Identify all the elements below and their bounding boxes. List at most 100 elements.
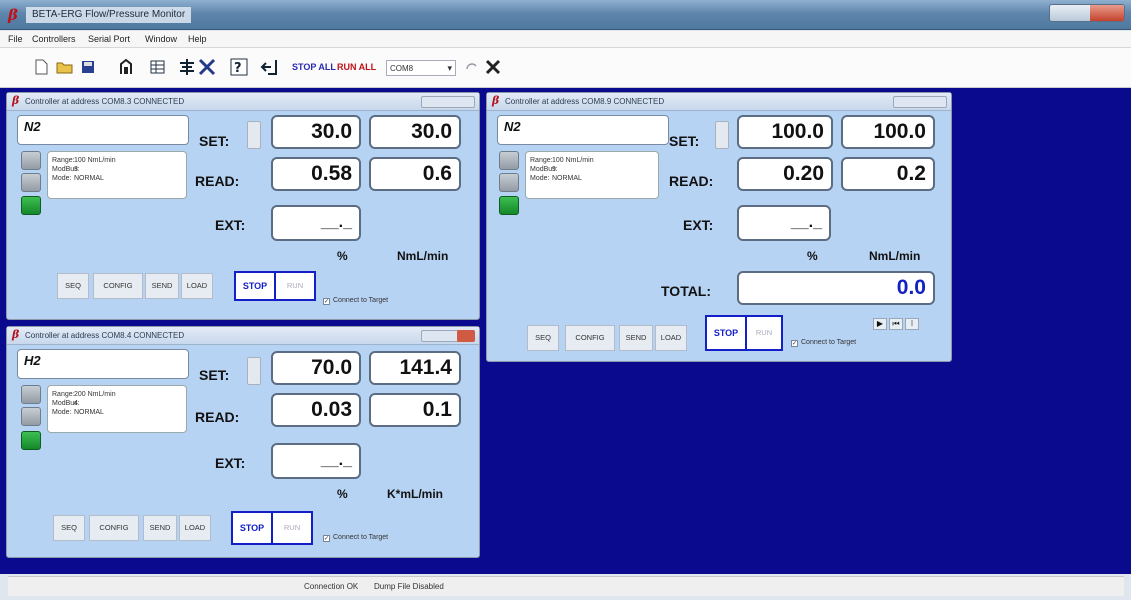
read-label: READ:	[669, 173, 714, 189]
gas-name-field[interactable]: N2	[17, 115, 189, 145]
seq-button[interactable]: SEQ	[53, 515, 85, 541]
ext-label: EXT:	[215, 217, 246, 233]
status-led-green	[21, 431, 41, 450]
refresh-icon[interactable]	[464, 60, 482, 74]
read-value-display: 0.1	[369, 393, 461, 427]
help-icon[interactable]: ?	[230, 58, 248, 76]
menu-serial-port[interactable]: Serial Port	[88, 34, 130, 45]
pause-icon[interactable]: ‖	[905, 318, 919, 330]
open-folder-icon[interactable]	[56, 60, 73, 74]
checkmark-icon: ✓	[323, 298, 330, 305]
set-value-input[interactable]: 100.0	[737, 115, 833, 149]
title-bar: β BETA-ERG Flow/Pressure Monitor	[0, 0, 1131, 30]
ext-value: __._	[271, 443, 361, 479]
config-button[interactable]: CONFIG	[565, 325, 615, 351]
beta-logo-icon: β	[12, 94, 20, 107]
status-led-gray-1	[21, 151, 41, 170]
connect-to-target-checkbox[interactable]: ✓ Connect to Target	[791, 338, 856, 347]
percent-label: %	[337, 487, 348, 501]
panel-titlebar: β Controller at address COM8.3 CONNECTED	[7, 93, 479, 111]
stop-button[interactable]: STOP	[231, 511, 273, 545]
exit-icon[interactable]	[260, 58, 278, 76]
panel-title: Controller at address COM8.4 CONNECTED	[25, 331, 185, 340]
panel-window-controls[interactable]	[893, 96, 947, 108]
total-label: TOTAL:	[661, 283, 712, 299]
stop-all-button[interactable]: STOP ALL	[292, 62, 336, 72]
panel-title: Controller at address COM8.9 CONNECTED	[505, 97, 665, 106]
run-button[interactable]: RUN	[276, 271, 316, 301]
load-button[interactable]: LOAD	[655, 325, 687, 351]
read-value-display: 0.6	[369, 157, 461, 191]
close-button[interactable]	[1090, 5, 1124, 21]
stop-button[interactable]: STOP	[705, 315, 747, 351]
close-icon[interactable]	[457, 330, 475, 342]
panel-window-controls[interactable]	[421, 96, 475, 108]
set-spinner[interactable]	[715, 121, 729, 149]
controller-icon[interactable]	[118, 58, 134, 76]
menu-file[interactable]: File	[8, 34, 23, 45]
percent-label: %	[337, 249, 348, 263]
load-button[interactable]: LOAD	[179, 515, 211, 541]
status-led-gray-1	[499, 151, 519, 170]
set-value-input[interactable]: 30.0	[271, 115, 361, 149]
status-led-gray-2	[21, 173, 41, 192]
run-all-button[interactable]: RUN ALL	[337, 62, 376, 72]
set-spinner[interactable]	[247, 357, 261, 385]
run-button[interactable]: RUN	[273, 511, 313, 545]
send-button[interactable]: SEND	[143, 515, 177, 541]
new-file-icon[interactable]	[34, 59, 48, 75]
menu-controllers[interactable]: Controllers	[32, 34, 76, 45]
config-button[interactable]: CONFIG	[93, 273, 143, 299]
stop-button[interactable]: STOP	[234, 271, 276, 301]
gas-name-field[interactable]: N2	[497, 115, 669, 145]
unit-label: NmL/min	[397, 249, 449, 263]
menu-bar: File Controllers Serial Port Window Help	[0, 31, 1131, 48]
window-controls[interactable]	[1049, 4, 1125, 22]
load-button[interactable]: LOAD	[181, 273, 213, 299]
checkmark-icon: ✓	[791, 340, 798, 347]
read-label: READ:	[195, 173, 240, 189]
controller-panel-1: β Controller at address COM8.3 CONNECTED…	[6, 92, 480, 320]
table-icon[interactable]	[150, 60, 165, 74]
menu-help[interactable]: Help	[188, 34, 207, 45]
set-label: SET:	[199, 133, 230, 149]
unit-label: NmL/min	[869, 249, 921, 263]
connect-to-target-checkbox[interactable]: ✓ Connect to Target	[323, 533, 388, 542]
status-led-gray-1	[21, 385, 41, 404]
seq-button[interactable]: SEQ	[57, 273, 89, 299]
send-button[interactable]: SEND	[145, 273, 179, 299]
connect-icon[interactable]	[178, 58, 196, 76]
window-title: BETA-ERG Flow/Pressure Monitor	[26, 7, 192, 23]
read-value: 0.03	[271, 393, 361, 427]
save-icon[interactable]	[81, 60, 95, 74]
rewind-icon[interactable]: ⏮	[889, 318, 903, 330]
status-led-green	[21, 196, 41, 215]
read-value: 0.20	[737, 157, 833, 191]
run-button[interactable]: RUN	[747, 315, 783, 351]
dump-file-status: Dump File Disabled	[374, 582, 444, 591]
menu-window[interactable]: Window	[145, 34, 177, 45]
ext-label: EXT:	[683, 217, 714, 233]
controller-panel-2: β Controller at address COM8.9 CONNECTED…	[486, 92, 952, 362]
connect-to-target-checkbox[interactable]: ✓ Connect to Target	[323, 296, 388, 305]
ext-label: EXT:	[215, 455, 246, 471]
send-button[interactable]: SEND	[619, 325, 653, 351]
panel-titlebar: β Controller at address COM8.9 CONNECTED	[487, 93, 951, 111]
beta-logo-icon: β	[12, 328, 20, 341]
disconnect-port-icon[interactable]	[484, 58, 502, 76]
config-button[interactable]: CONFIG	[89, 515, 139, 541]
port-select[interactable]: COM8 ▾	[386, 60, 456, 76]
seq-button[interactable]: SEQ	[527, 325, 559, 351]
gas-name-field[interactable]: H2	[17, 349, 189, 379]
set-spinner[interactable]	[247, 121, 261, 149]
set-label: SET:	[199, 367, 230, 383]
disconnect-icon[interactable]	[198, 58, 216, 76]
panel-window-controls[interactable]	[421, 330, 475, 342]
total-value: 0.0	[737, 271, 935, 305]
connection-status: Connection OK	[304, 582, 359, 591]
ext-value: __._	[737, 205, 831, 241]
play-icon[interactable]: ▶	[873, 318, 887, 330]
set-value-input[interactable]: 70.0	[271, 351, 361, 385]
controller-info-box: Range: 200 NmL/min ModBus: 4 Mode: NORMA…	[47, 385, 187, 433]
set-value-display: 100.0	[841, 115, 935, 149]
